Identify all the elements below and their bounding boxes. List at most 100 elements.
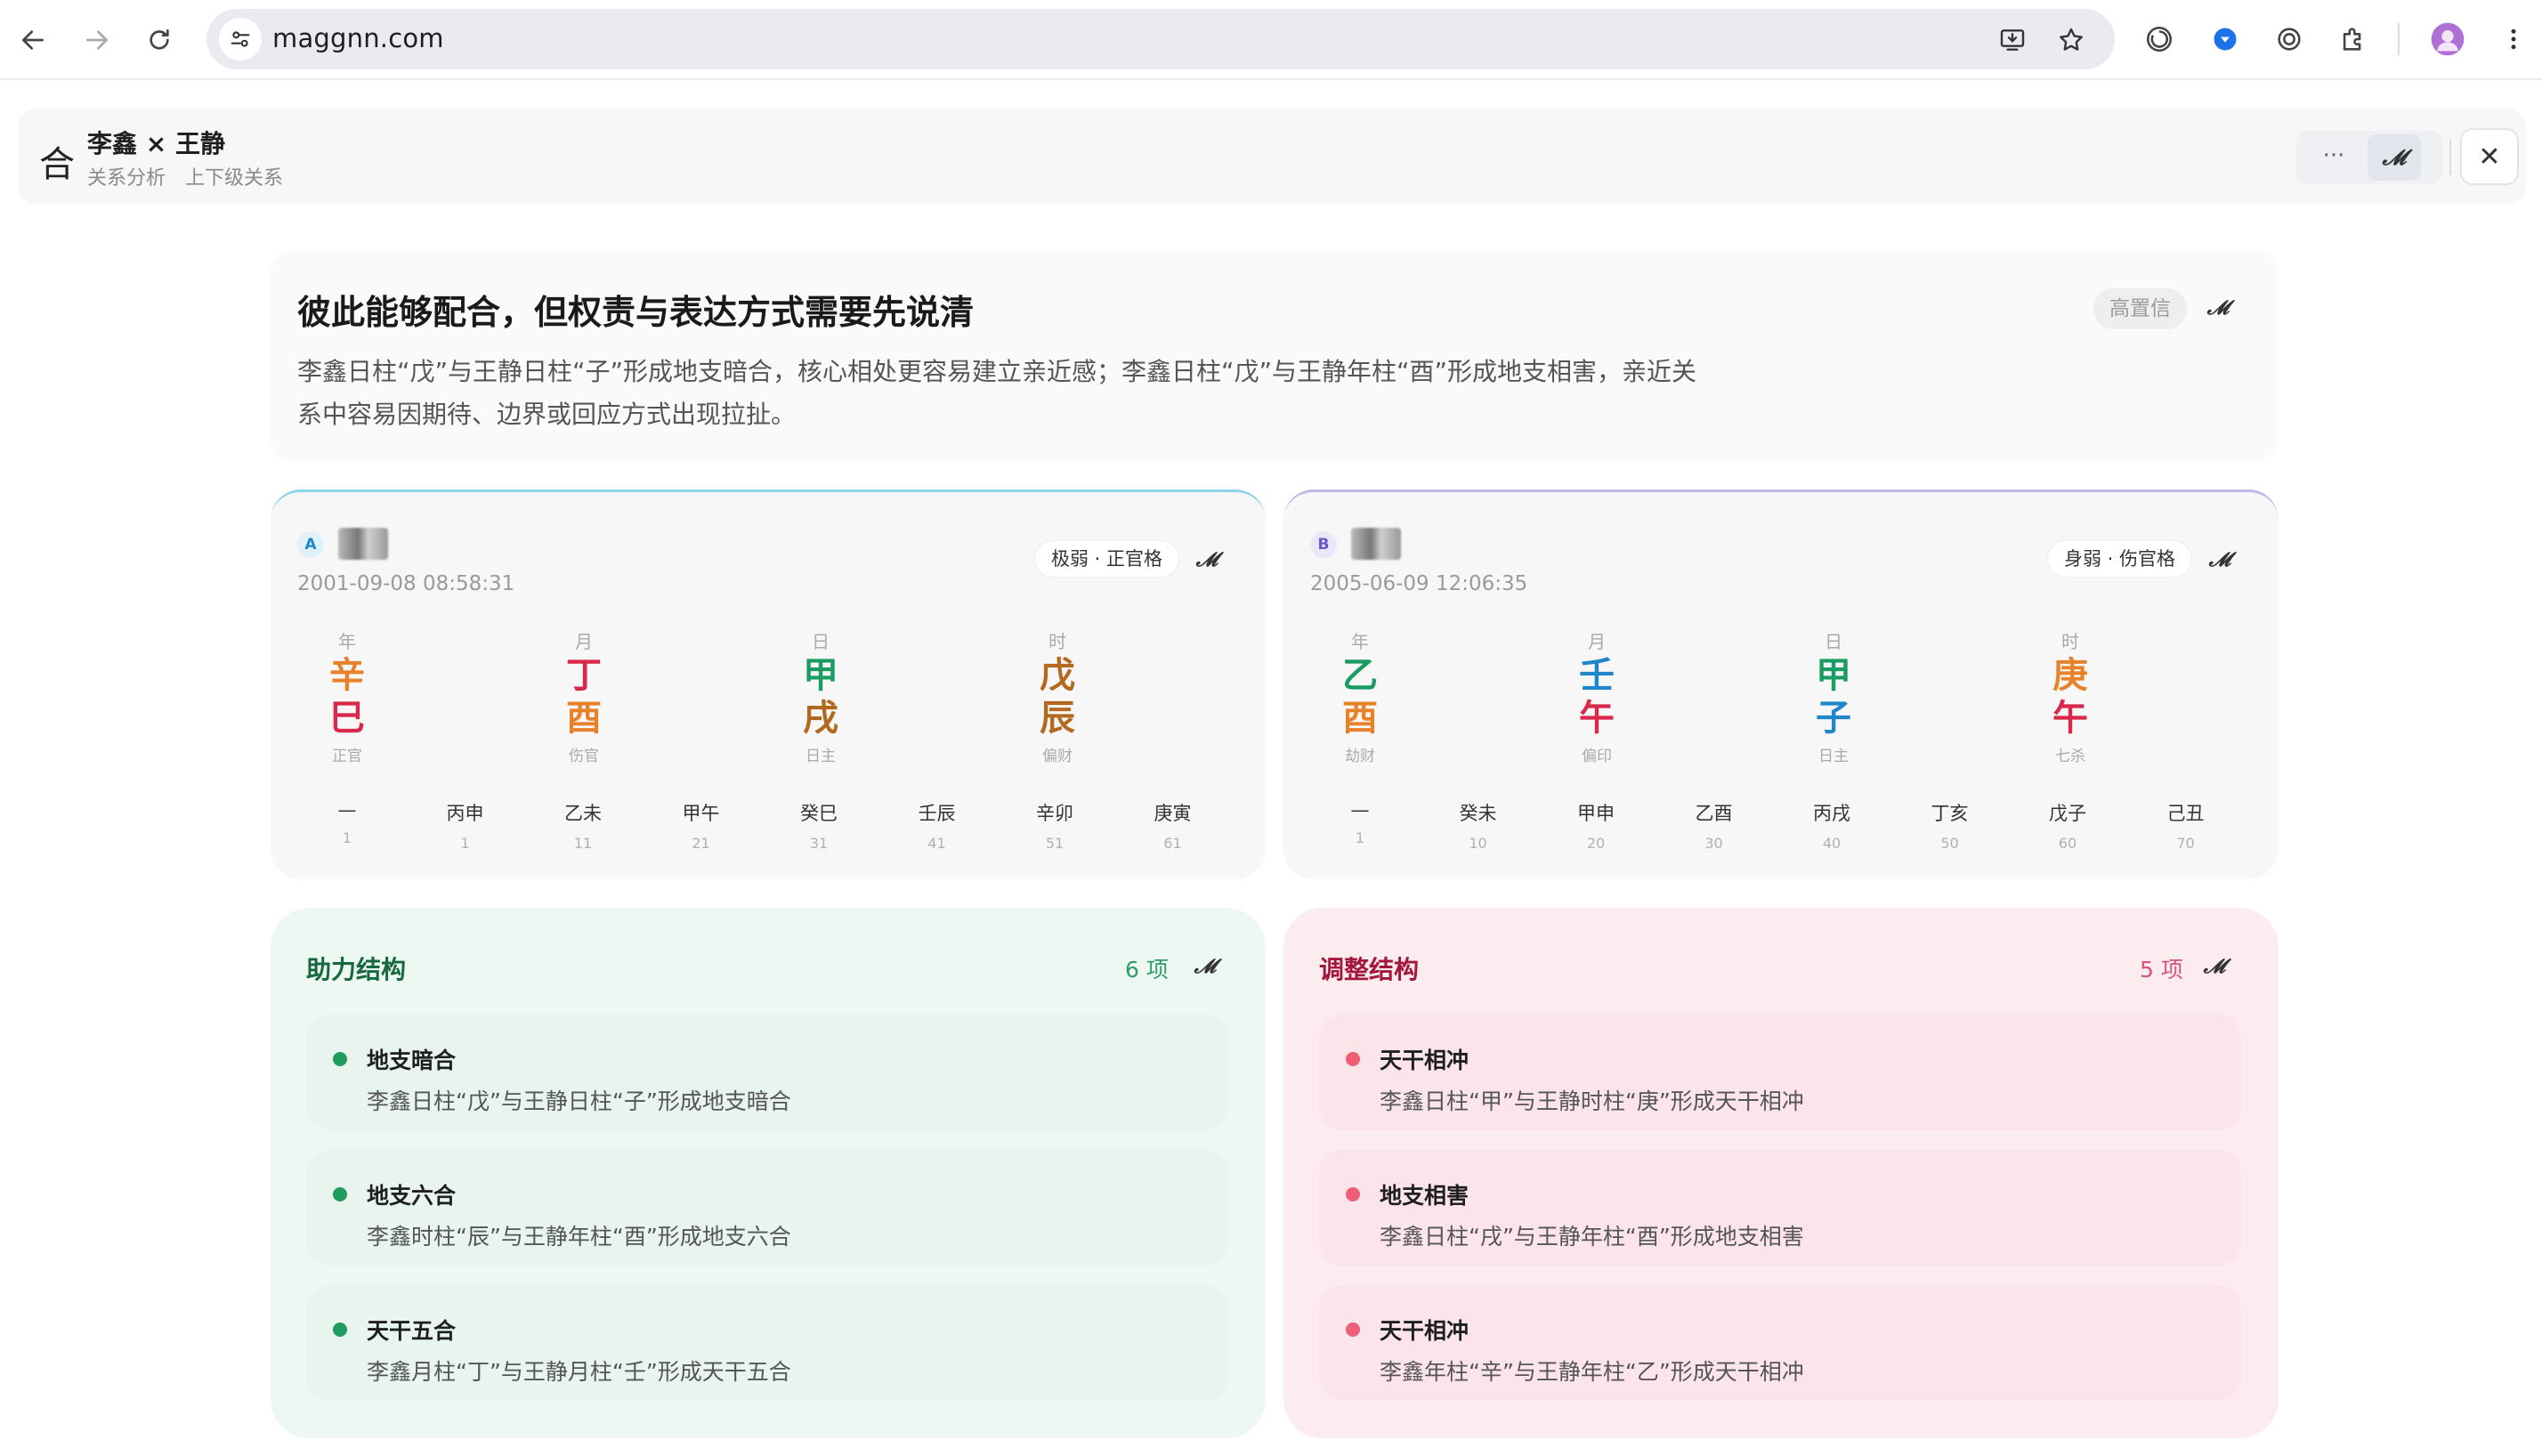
pillar-label: 时	[1048, 631, 1066, 652]
script-tool-button[interactable]: 𝓜	[2368, 134, 2421, 181]
header-divider	[2449, 140, 2451, 175]
pillar-label: 年	[338, 631, 356, 652]
dayun-age: 51	[1045, 835, 1065, 852]
close-icon: ✕	[2478, 141, 2501, 173]
list-item[interactable]: 地支相害 李鑫日柱“戌”与王静年柱“酉”形成地支相害	[1319, 1150, 2241, 1266]
item-desc: 李鑫日柱“戌”与王静年柱“酉”形成地支相害	[1380, 1224, 1804, 1250]
dayun-age: 21	[692, 835, 710, 852]
url-text[interactable]: maggnn.com	[272, 23, 444, 53]
dayun-item[interactable]: 癸未 10	[1438, 799, 1518, 852]
list-item[interactable]: 天干相冲 李鑫日柱“甲”与王静时柱“庚”形成天干相冲	[1319, 1015, 2241, 1130]
pillar-branch: 辰	[1040, 698, 1075, 739]
extension-knot-icon[interactable]	[2270, 20, 2309, 59]
item-desc: 李鑫日柱“戊”与王静日柱“子”形成地支暗合	[367, 1088, 791, 1114]
person-a-card: A 2001-09-08 08:58:31 极弱 · 正官格 𝓜 年辛巳正官 月丁…	[271, 489, 1266, 879]
help-structure-title: 助力结构	[306, 955, 407, 984]
arrow-left-icon	[22, 30, 44, 50]
dayun-item[interactable]: 辛卯 51	[1015, 799, 1095, 852]
site-settings-icon[interactable]	[219, 18, 262, 61]
dayun-item[interactable]: 甲申 20	[1556, 799, 1636, 852]
person-a-name-redacted	[338, 528, 388, 560]
pillar-label: 年	[1351, 631, 1369, 652]
dayun-item[interactable]: 丙申 1	[425, 799, 506, 852]
dayun-ganzhi: 壬辰	[918, 803, 956, 824]
red-dot-icon	[1346, 1187, 1360, 1201]
pillar-ten-god: 劫财	[1345, 748, 1375, 765]
dayun-ganzhi: 乙未	[564, 803, 602, 824]
dayun-age: 61	[1163, 835, 1182, 852]
dayun-ganzhi: —	[337, 799, 357, 821]
extensions-puzzle-icon[interactable]	[2334, 20, 2373, 59]
red-dot-icon	[1346, 1052, 1360, 1066]
dayun-item[interactable]: 己丑 70	[2146, 799, 2226, 852]
pillar-label: 月	[1588, 631, 1606, 652]
dayun-item[interactable]: 庚寅 61	[1133, 799, 1213, 852]
dayun-item[interactable]: 丁亥 50	[1910, 799, 1990, 852]
dayun-item[interactable]: 甲午 21	[661, 799, 741, 852]
item-desc: 李鑫月柱“丁”与王静月柱“壬”形成天干五合	[367, 1359, 791, 1385]
item-title: 地支六合	[367, 1183, 457, 1209]
dayun-ganzhi: —	[1350, 799, 1370, 821]
dayun-age: 60	[2058, 835, 2077, 852]
dayun-ganzhi: 辛卯	[1036, 803, 1073, 824]
back-button[interactable]	[12, 20, 53, 61]
item-desc: 李鑫日柱“甲”与王静时柱“庚”形成天干相冲	[1380, 1088, 1804, 1114]
browser-toolbar: maggnn.com	[0, 0, 2542, 80]
adjust-structure-card: 调整结构 5 项 𝓜 天干相冲 李鑫日柱“甲”与王静时柱“庚”形成天干相冲 地支…	[1283, 908, 2279, 1438]
close-button[interactable]: ✕	[2460, 128, 2519, 185]
more-options-button[interactable]: ···	[2314, 140, 2353, 175]
pillar: 时戊辰偏财	[1022, 627, 1093, 765]
profile-avatar[interactable]	[2428, 20, 2467, 59]
item-desc: 李鑫时柱“辰”与王静年柱“酉”形成地支六合	[367, 1224, 791, 1250]
summary-script-icon[interactable]: 𝓜	[2204, 294, 2232, 322]
install-app-icon[interactable]	[1996, 23, 2029, 57]
pillar-branch: 午	[2052, 698, 2088, 739]
person-b-name-redacted	[1351, 528, 1401, 560]
pillar-ten-god: 七杀	[2055, 748, 2085, 765]
dayun-item[interactable]: —1	[1320, 799, 1400, 846]
relation-header: 合 李鑫 × 王静 关系分析 上下级关系 ··· 𝓜 ✕	[18, 109, 2526, 205]
dayun-item[interactable]: 乙未 11	[543, 799, 623, 852]
list-item[interactable]: 地支六合 李鑫时柱“辰”与王静年柱“酉”形成地支六合	[306, 1150, 1228, 1266]
browser-menu-icon[interactable]	[2494, 20, 2533, 59]
pillar-branch: 戌	[803, 698, 838, 739]
forward-button[interactable]	[77, 20, 117, 61]
person-b-badge: B	[1310, 531, 1337, 558]
dayun-age: 1	[342, 829, 352, 846]
dayun-age: 20	[1586, 835, 1606, 852]
pillar-branch: 巳	[329, 698, 365, 739]
extension-blue-icon[interactable]	[2206, 20, 2245, 59]
dayun-ganzhi: 庚寅	[1154, 803, 1192, 824]
help-script-icon[interactable]: 𝓜	[1191, 952, 1219, 981]
adjust-script-icon[interactable]: 𝓜	[2200, 952, 2229, 981]
list-item[interactable]: 地支暗合 李鑫日柱“戊”与王静日柱“子”形成地支暗合	[306, 1015, 1228, 1130]
address-bar[interactable]: maggnn.com	[206, 9, 2115, 69]
dayun-age: 1	[460, 835, 470, 852]
dayun-item[interactable]: 乙酉 30	[1674, 799, 1754, 852]
pillar-ten-god: 日主	[1818, 748, 1849, 765]
person-b-script-icon[interactable]: 𝓜	[2206, 546, 2234, 574]
pillar-label: 时	[2061, 631, 2079, 652]
dayun-item[interactable]: 癸巳 31	[779, 799, 859, 852]
pillar-stem: 丁	[566, 655, 602, 696]
summary-title: 彼此能够配合，但权责与表达方式需要先说清	[297, 293, 975, 332]
item-title: 地支暗合	[367, 1048, 457, 1073]
pillar-branch: 酉	[1342, 698, 1378, 739]
pillar-stem: 辛	[329, 655, 365, 696]
dayun-item[interactable]: —1	[307, 799, 387, 846]
reload-button[interactable]	[139, 20, 180, 61]
adjust-structure-count: 5 项	[2140, 957, 2183, 983]
extension-spiral-icon[interactable]	[2140, 20, 2179, 59]
list-item[interactable]: 天干五合 李鑫月柱“丁”与王静月柱“壬”形成天干五合	[306, 1285, 1228, 1401]
item-desc: 李鑫年柱“辛”与王静年柱“乙”形成天干相冲	[1380, 1359, 1804, 1385]
bookmark-star-icon[interactable]	[2054, 23, 2088, 57]
header-tags: 关系分析 上下级关系	[87, 162, 283, 190]
person-a-script-icon[interactable]: 𝓜	[1193, 546, 1221, 574]
green-dot-icon	[333, 1187, 347, 1201]
pillar: 月丁酉伤官	[548, 627, 619, 765]
dayun-item[interactable]: 壬辰 41	[897, 799, 977, 852]
dayun-item[interactable]: 戊子 60	[2028, 799, 2108, 852]
pillar-label: 月	[575, 631, 593, 652]
list-item[interactable]: 天干相冲 李鑫年柱“辛”与王静年柱“乙”形成天干相冲	[1319, 1285, 2241, 1401]
dayun-item[interactable]: 丙戌 40	[1792, 799, 1872, 852]
